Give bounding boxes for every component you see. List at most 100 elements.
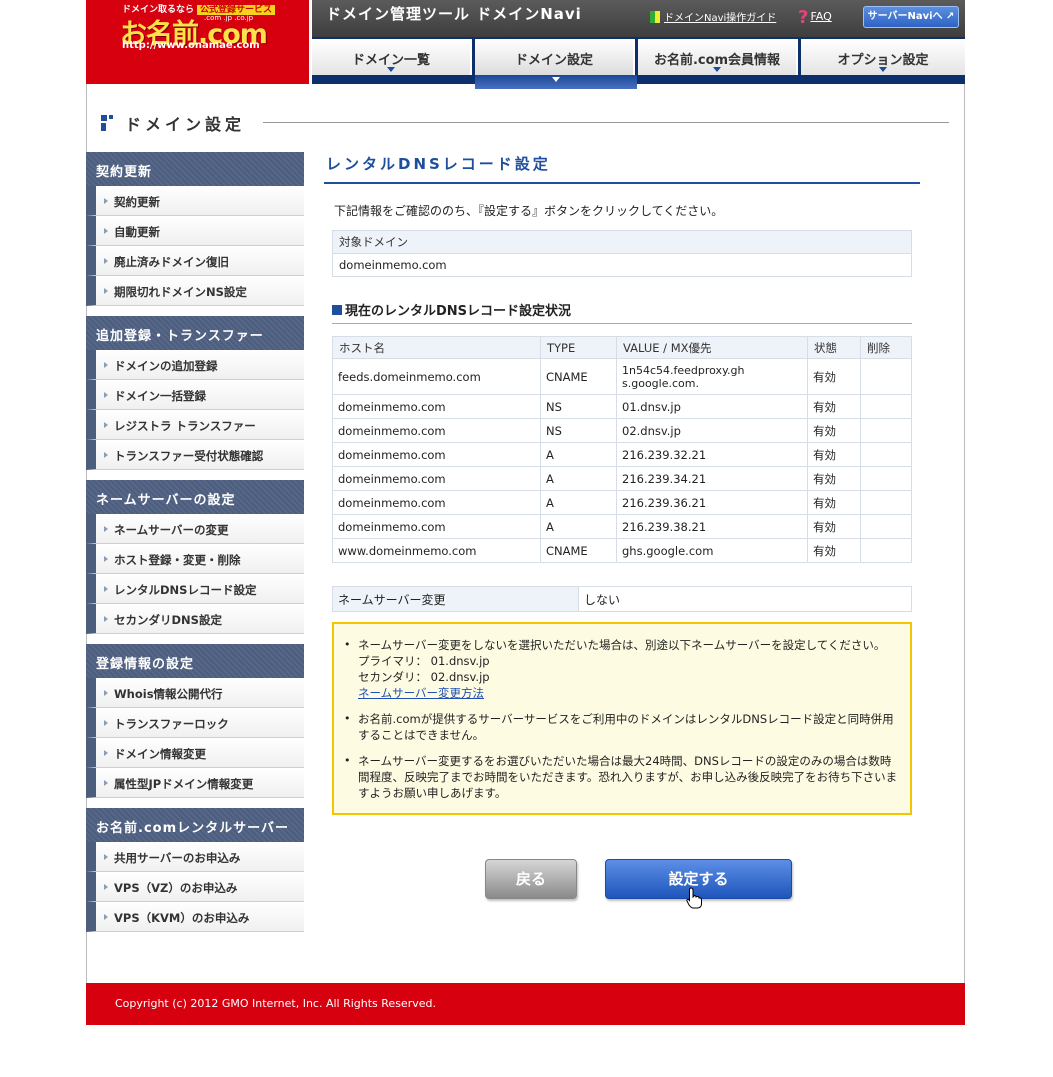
cell-status: 有効 [807,490,861,515]
cell-status: 有効 [807,394,861,419]
tab-member-info[interactable]: お名前.com会員情報 [638,39,798,75]
sidebar-item-expired-ns[interactable]: 期限切れドメインNS設定 [86,276,304,306]
sidebar-item-auto-renewal[interactable]: 自動更新 [86,216,304,246]
chevron-down-icon [879,67,887,72]
sidebar-item-transfer-lock[interactable]: トランスファーロック [86,708,304,738]
column-header-status: 状態 [807,336,861,359]
heading-squares-icon [101,113,117,131]
guide-link[interactable]: ドメインNavi操作ガイド [650,9,776,24]
onamae-logo[interactable]: ドメイン取るなら 公式登録サービス お名前.com .com .jp .co.jp… [86,0,309,84]
logo-tlds: .com .jp .co.jp [204,14,254,22]
target-domain-value: domeinmemo.com [332,253,912,277]
cell-type: CNAME [540,538,617,563]
sidebar-heading: 契約更新 [86,152,304,186]
cell-status: 有効 [807,466,861,491]
cell-type: A [540,490,617,515]
cell-host: www.domeinmemo.com [332,538,541,563]
page-title: ドメイン設定 [125,115,246,134]
cell-value: 216.239.36.21 [616,490,808,515]
sidebar-item-transfer-status[interactable]: トランスファー受付状態確認 [86,440,304,470]
sidebar-item-whois-proxy[interactable]: Whois情報公開代行 [86,678,304,708]
chevron-down-icon [713,67,721,72]
sidebar-item-rental-dns[interactable]: レンタルDNSレコード設定 [86,574,304,604]
sidebar-item-add-domain[interactable]: ドメインの追加登録 [86,350,304,380]
sidebar-item-shared-server[interactable]: 共用サーバーのお申込み [86,842,304,872]
guide-label: ドメインNavi操作ガイド [664,13,777,24]
cell-delete [860,442,912,467]
current-records-label: 現在のレンタルDNSレコード設定状況 [345,304,572,319]
sidebar-item-vps-kvm[interactable]: VPS（KVM）のお申込み [86,902,304,932]
sidebar-item-vps-vz[interactable]: VPS（VZ）のお申込み [86,872,304,902]
sidebar-item-domain-info[interactable]: ドメイン情報変更 [86,738,304,768]
column-header-type: TYPE [540,336,617,359]
server-navi-button[interactable]: サーバーNaviへ ↗ [863,6,959,28]
top-bar: ドメイン管理ツール ドメインNavi ドメインNavi操作ガイド ? FAQ サー… [312,0,965,37]
column-header-value: VALUE / MX優先 [616,336,808,359]
cell-host: domeinmemo.com [332,466,541,491]
cell-value: ghs.google.com [616,538,808,563]
tab-label: オプション設定 [837,53,929,68]
sidebar: 契約更新 契約更新 自動更新 廃止済みドメイン復旧 期限切れドメインNS設定 追… [86,152,304,942]
cell-type: NS [540,418,617,443]
cell-value: 01.dnsv.jp [616,394,808,419]
notice-item: お名前.comが提供するサーバーサービスをご利用中のドメインはレンタルDNSレコ… [344,711,900,743]
cell-value: 1n54c54.feedproxy.gh s.google.com. [616,358,808,395]
sidebar-item-host-registration[interactable]: ホスト登録・変更・削除 [86,544,304,574]
dns-records-table: ホスト名 TYPE VALUE / MX優先 状態 削除 feeds.domei… [332,336,912,563]
cell-type: A [540,514,617,539]
tab-domain-list[interactable]: ドメイン一覧 [312,39,472,75]
global-nav: ドメイン一覧 ドメイン設定 お名前.com会員情報 オプション設定 [312,37,965,89]
table-row: domeinmemo.com A 216.239.32.21 有効 [332,442,912,467]
sidebar-item-renewal[interactable]: 契約更新 [86,186,304,216]
back-button[interactable]: 戻る [485,859,577,899]
intro-text: 下記情報をご確認ののち、『設定する』ボタンをクリックしてください。 [334,204,724,218]
cell-host: domeinmemo.com [332,490,541,515]
sidebar-item-ns-change[interactable]: ネームサーバーの変更 [86,514,304,544]
main-content: レンタルDNSレコード設定 下記情報をご確認ののち、『設定する』ボタンをクリック… [324,152,920,909]
sidebar-item-registrar-transfer[interactable]: レジストラ トランスファー [86,410,304,440]
cell-value: 216.239.32.21 [616,442,808,467]
cell-status: 有効 [807,418,861,443]
section-title: レンタルDNSレコード設定 [324,152,920,184]
notice-text: ネームサーバー変更をしないを選択いただいた場合は、別途以下ネームサーバーを設定し… [358,638,886,652]
sidebar-group-info: 登録情報の設定 Whois情報公開代行 トランスファーロック ドメイン情報変更 … [86,644,304,798]
cell-host: domeinmemo.com [332,418,541,443]
ns-change-howto-link[interactable]: ネームサーバー変更方法 [358,685,900,701]
notice-primary: プライマリ： 01.dnsv.jp [358,654,490,668]
column-header-host: ホスト名 [332,336,541,359]
sidebar-heading: 追加登録・トランスファー [86,316,304,350]
table-header-row: ホスト名 TYPE VALUE / MX優先 状態 削除 [332,336,912,359]
sidebar-group-rental-server: お名前.comレンタルサーバー 共用サーバーのお申込み VPS（VZ）のお申込み… [86,808,304,932]
tab-domain-settings[interactable]: ドメイン設定 [475,39,635,75]
target-domain-label: 対象ドメイン [332,230,912,254]
cell-type: CNAME [540,358,617,395]
table-row: domeinmemo.com A 216.239.34.21 有効 [332,466,912,491]
cell-delete [860,466,912,491]
cell-host: feeds.domeinmemo.com [332,358,541,395]
faq-link[interactable]: ? FAQ [798,7,832,28]
ns-change-label: ネームサーバー変更 [332,586,579,612]
sidebar-item-jp-domain-info[interactable]: 属性型JPドメイン情報変更 [86,768,304,798]
cell-delete [860,490,912,515]
logo-url: http://www.onamae.com [122,40,260,51]
sidebar-item-restore[interactable]: 廃止済みドメイン復旧 [86,246,304,276]
tab-option-settings[interactable]: オプション設定 [801,39,965,75]
cell-value: 216.239.38.21 [616,514,808,539]
question-icon: ? [798,7,809,28]
cell-host: domeinmemo.com [332,514,541,539]
table-row: domeinmemo.com A 216.239.38.21 有効 [332,514,912,539]
sidebar-item-bulk-register[interactable]: ドメイン一括登録 [86,380,304,410]
table-row: domeinmemo.com NS 01.dnsv.jp 有効 [332,394,912,419]
cell-status: 有効 [807,538,861,563]
cell-status: 有効 [807,514,861,539]
sidebar-item-secondary-dns[interactable]: セカンダリDNS設定 [86,604,304,634]
sidebar-heading: お名前.comレンタルサーバー [86,808,304,842]
cell-delete [860,358,912,395]
notice-box: ネームサーバー変更をしないを選択いただいた場合は、別途以下ネームサーバーを設定し… [332,622,912,815]
column-header-delete: 削除 [860,336,912,359]
notice-item: ネームサーバー変更をしないを選択いただいた場合は、別途以下ネームサーバーを設定し… [344,637,900,701]
table-row: www.domeinmemo.com CNAME ghs.google.com … [332,538,912,563]
cell-host: domeinmemo.com [332,394,541,419]
active-tab-marker [475,75,637,89]
table-row: domeinmemo.com A 216.239.36.21 有効 [332,490,912,515]
